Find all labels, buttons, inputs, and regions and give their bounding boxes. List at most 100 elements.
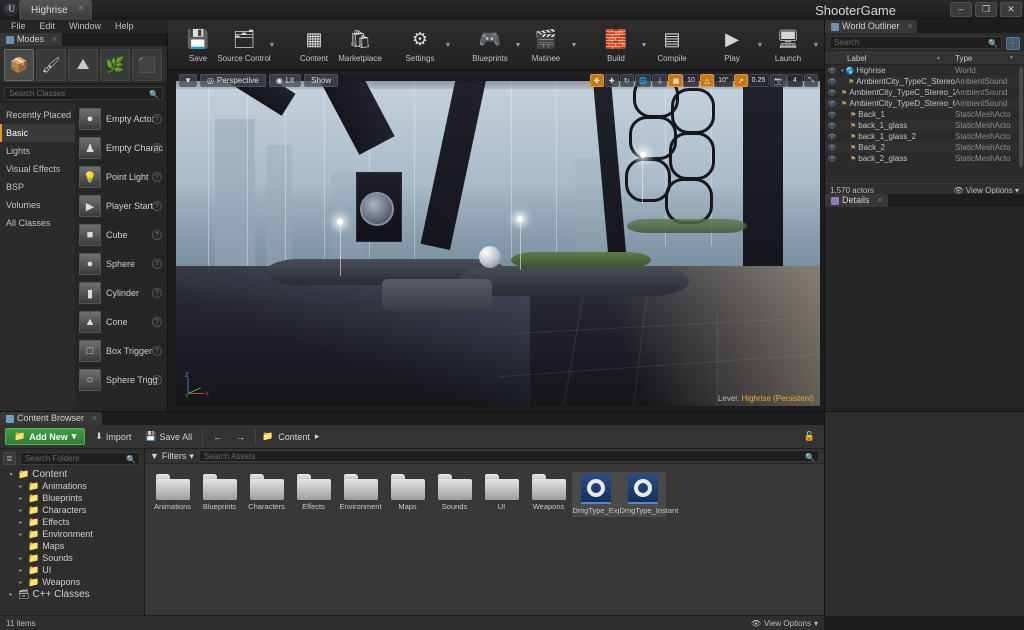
view-mode-button[interactable]: ◉ Lit bbox=[269, 74, 301, 87]
tree-expand-icon[interactable]: ▸ bbox=[17, 531, 25, 538]
help-icon[interactable]: ? bbox=[152, 143, 162, 153]
placeable-item[interactable]: ▮Cylinder? bbox=[75, 279, 167, 308]
tree-expand-icon[interactable]: ▸ bbox=[7, 591, 15, 598]
content-button[interactable]: ▦ Content bbox=[291, 24, 337, 68]
asset-folder-item[interactable]: Weapons bbox=[525, 472, 572, 517]
foliage-mode-button[interactable]: 🌿 bbox=[100, 49, 130, 81]
outliner-row[interactable]: 👁⚑AmbientCity_TypeD_Stereo_6AmbientSound bbox=[825, 98, 1024, 109]
launch-caret-icon[interactable]: ▼ bbox=[811, 24, 821, 68]
folder-tree-node[interactable]: ▸📁Sounds bbox=[0, 552, 144, 564]
visibility-toggle-icon[interactable]: 👁 bbox=[825, 144, 839, 152]
help-icon[interactable]: ? bbox=[152, 114, 162, 124]
folder-tree-node[interactable]: ▸📁Animations bbox=[0, 480, 144, 492]
asset-search-input[interactable]: Search Assets 🔍 bbox=[199, 450, 819, 462]
column-label[interactable]: Label bbox=[825, 54, 955, 63]
category-basic[interactable]: Basic bbox=[0, 124, 75, 142]
filters-button[interactable]: ▼ Filters ▾ bbox=[150, 451, 194, 462]
rotate-tool-button[interactable]: ↻ bbox=[620, 74, 634, 87]
tree-toggle-button[interactable]: ≣ bbox=[3, 452, 16, 465]
asset-item[interactable]: DmgType_Instant bbox=[619, 472, 666, 517]
tree-expand-icon[interactable]: ▸ bbox=[17, 519, 25, 526]
asset-folder-item[interactable]: Maps bbox=[384, 472, 431, 517]
outliner-row[interactable]: 👁⚑Back_1StaticMeshActo bbox=[825, 109, 1024, 120]
asset-folder-item[interactable]: Environment bbox=[337, 472, 384, 517]
tree-expand-icon[interactable]: ▸ bbox=[17, 567, 25, 574]
select-tool-button[interactable]: ✥ bbox=[590, 74, 604, 87]
outliner-row[interactable]: 👁⚑Back_2StaticMeshActo bbox=[825, 142, 1024, 153]
viewport-options-button[interactable]: ▼ bbox=[179, 74, 197, 87]
source-control-caret-icon[interactable]: ▼ bbox=[267, 24, 277, 68]
help-icon[interactable]: ? bbox=[152, 230, 162, 240]
tab-world-outliner[interactable]: World Outliner bbox=[825, 20, 917, 33]
tree-expand-icon[interactable]: ▸ bbox=[17, 495, 25, 502]
build-caret-icon[interactable]: ▼ bbox=[639, 24, 649, 68]
play-caret-icon[interactable]: ▼ bbox=[755, 24, 765, 68]
nav-forward-button[interactable]: → bbox=[232, 432, 249, 442]
paint-mode-button[interactable]: 🖌 bbox=[36, 49, 66, 81]
minimize-button[interactable]: – bbox=[950, 2, 972, 17]
placeable-item[interactable]: ♟Empty Charac? bbox=[75, 134, 167, 163]
visibility-toggle-icon[interactable]: 👁 bbox=[825, 100, 839, 108]
tree-expand-icon[interactable]: ▸ bbox=[17, 507, 25, 514]
camera-speed-value[interactable]: 4 bbox=[787, 74, 803, 87]
folder-tree-node[interactable]: ▸📁Effects bbox=[0, 516, 144, 528]
outliner-row[interactable]: 👁⚑back_1_glass_2StaticMeshActo bbox=[825, 131, 1024, 142]
matinee-caret-icon[interactable]: ▼ bbox=[569, 24, 579, 68]
play-button[interactable]: ▶ Play bbox=[709, 24, 755, 68]
asset-folder-item[interactable]: Blueprints bbox=[196, 472, 243, 517]
category-all-classes[interactable]: All Classes bbox=[0, 214, 75, 232]
surface-snap-toggle-button[interactable]: ⏚ bbox=[652, 74, 667, 87]
tree-expand-icon[interactable]: ▸ bbox=[17, 579, 25, 586]
folder-search-input[interactable]: Search Folders 🔍 bbox=[20, 452, 140, 465]
marketplace-button[interactable]: 🛍 Marketplace bbox=[337, 24, 383, 68]
category-recently-placed[interactable]: Recently Placed bbox=[0, 106, 75, 124]
launch-button[interactable]: 🖥 Launch bbox=[765, 24, 811, 68]
folder-tree-node[interactable]: ▸🗃C++ Classes bbox=[0, 588, 144, 600]
menu-window[interactable]: Window bbox=[62, 20, 108, 33]
grid-snap-toggle[interactable]: ▦ bbox=[668, 74, 683, 87]
save-all-button[interactable]: 💾 Save All bbox=[141, 431, 196, 442]
build-button[interactable]: 🧱 Build bbox=[593, 24, 639, 68]
outliner-row[interactable]: 👁⚑AmbientCity_TypeC_StereoAmbientSound bbox=[825, 76, 1024, 87]
placeable-item[interactable]: ▶Player Start? bbox=[75, 192, 167, 221]
category-visual-effects[interactable]: Visual Effects bbox=[0, 160, 75, 178]
visibility-toggle-icon[interactable]: 👁 bbox=[825, 89, 839, 97]
help-icon[interactable]: ? bbox=[152, 259, 162, 269]
placeable-item[interactable]: ●Empty Actor? bbox=[75, 105, 167, 134]
visibility-toggle-icon[interactable]: 👁 bbox=[825, 133, 839, 141]
content-view-options-button[interactable]: 👁 View Options ▾ bbox=[751, 619, 818, 628]
place-mode-button[interactable]: 📦 bbox=[4, 49, 34, 81]
help-icon[interactable]: ? bbox=[152, 172, 162, 182]
asset-item[interactable]: DmgType_Explosion bbox=[572, 472, 619, 517]
visibility-toggle-icon[interactable]: 👁 bbox=[825, 67, 839, 75]
outliner-add-column-button[interactable]: ➕ bbox=[1006, 37, 1020, 50]
search-classes-input[interactable]: Search Classes 🔍 bbox=[4, 87, 163, 100]
source-control-button[interactable]: 🗂 Source Control bbox=[221, 24, 267, 68]
tab-details[interactable]: Details bbox=[825, 194, 888, 207]
asset-folder-item[interactable]: Sounds bbox=[431, 472, 478, 517]
asset-folder-item[interactable]: Effects bbox=[290, 472, 337, 517]
help-icon[interactable]: ? bbox=[152, 317, 162, 327]
settings-caret-icon[interactable]: ▼ bbox=[443, 24, 453, 68]
rotation-snap-value[interactable]: 10° bbox=[714, 74, 733, 87]
visibility-toggle-icon[interactable]: 👁 bbox=[825, 155, 839, 163]
folder-tree-node[interactable]: ▸📁Characters bbox=[0, 504, 144, 516]
world-space-toggle-button[interactable]: 🌐 bbox=[635, 74, 652, 87]
show-flags-button[interactable]: Show bbox=[304, 74, 338, 87]
visibility-toggle-icon[interactable]: 👁 bbox=[825, 122, 839, 130]
blueprints-button[interactable]: 🎮 Blueprints bbox=[467, 24, 513, 68]
category-bsp[interactable]: BSP bbox=[0, 178, 75, 196]
tree-expand-icon[interactable]: ▸ bbox=[17, 483, 25, 490]
placeable-item[interactable]: ■Cube? bbox=[75, 221, 167, 250]
scale-snap-value[interactable]: 0.25 bbox=[748, 74, 770, 87]
import-button[interactable]: ⬇ Import bbox=[91, 431, 135, 442]
help-icon[interactable]: ? bbox=[152, 288, 162, 298]
outliner-row[interactable]: 👁⚑back_2_glassStaticMeshActo bbox=[825, 153, 1024, 164]
outliner-row[interactable]: 👁⚑AmbientCity_TypeC_Stereo_2AmbientSound bbox=[825, 87, 1024, 98]
column-type[interactable]: Type bbox=[955, 54, 1024, 63]
asset-folder-item[interactable]: UI bbox=[478, 472, 525, 517]
blueprints-caret-icon[interactable]: ▼ bbox=[513, 24, 523, 68]
level-viewport[interactable]: ▼ ◎ Perspective ◉ Lit Show ✥ ✚ ↻ 🌐 ⏚ ▦ bbox=[176, 72, 820, 406]
placeable-item[interactable]: ●Sphere? bbox=[75, 250, 167, 279]
folder-tree-node[interactable]: 📁Maps bbox=[0, 540, 144, 552]
